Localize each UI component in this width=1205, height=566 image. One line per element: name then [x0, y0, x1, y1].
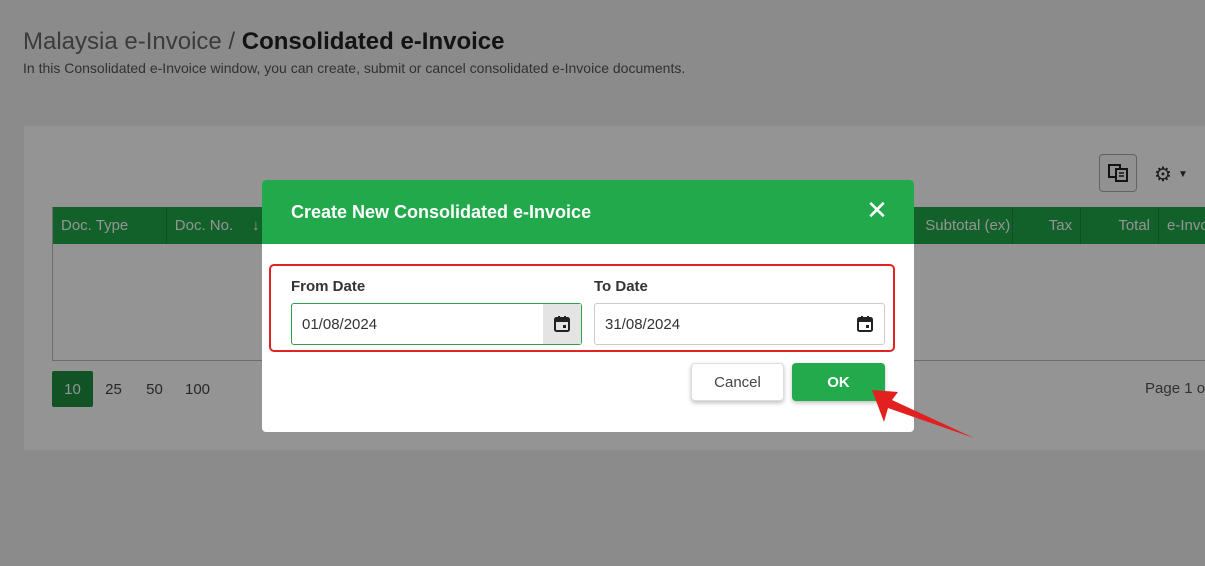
to-date-field[interactable]: [594, 303, 885, 345]
dialog-title: Create New Consolidated e-Invoice: [291, 201, 592, 222]
from-date-label: From Date: [291, 278, 366, 295]
cancel-button[interactable]: Cancel: [691, 363, 784, 401]
from-date-calendar-button[interactable]: [543, 304, 581, 344]
annotation-arrow-icon: [872, 390, 974, 438]
from-date-input[interactable]: [292, 304, 552, 344]
from-date-field[interactable]: [291, 303, 582, 345]
calendar-icon: [554, 316, 570, 332]
close-icon[interactable]: ✕: [866, 197, 888, 223]
create-consolidated-dialog: Create New Consolidated e-Invoice ✕ From…: [262, 180, 914, 432]
to-date-label: To Date: [594, 278, 648, 295]
calendar-icon: [857, 316, 873, 332]
dialog-header: Create New Consolidated e-Invoice ✕: [262, 180, 914, 244]
to-date-calendar-button[interactable]: [846, 304, 884, 344]
to-date-input[interactable]: [595, 304, 855, 344]
